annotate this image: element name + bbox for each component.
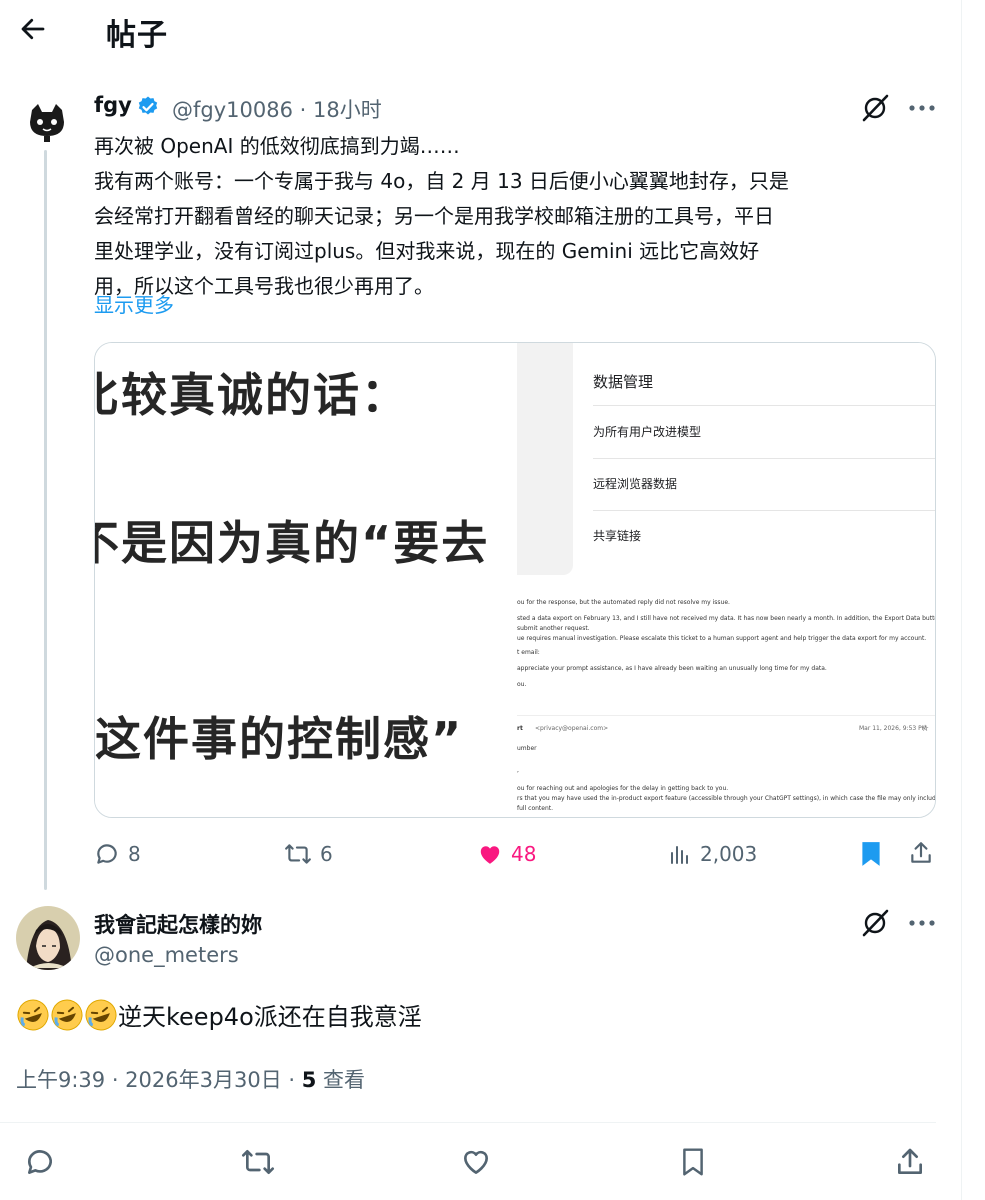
- heart-icon[interactable]: [459, 1146, 493, 1178]
- author-handle[interactable]: @one_meters: [94, 943, 239, 967]
- email-line: appreciate your prompt assistance, as I …: [517, 665, 827, 672]
- timestamp-text[interactable]: 上午9:39 · 2026年3月30日 ·: [16, 1068, 302, 1092]
- share-icon[interactable]: [894, 1146, 926, 1178]
- verified-badge-icon: [138, 96, 158, 115]
- meta-separator: ·: [292, 98, 313, 122]
- settings-item: 远程浏览器数据: [593, 477, 678, 491]
- repost-icon: [285, 844, 311, 864]
- back-arrow-icon[interactable]: [18, 14, 48, 44]
- divider: [517, 715, 935, 716]
- views-icon: [671, 846, 688, 864]
- page-title: 帖子: [106, 18, 168, 53]
- email-line: umber: [517, 745, 537, 752]
- email-line: t email:: [517, 649, 540, 656]
- email-sender: rt: [517, 725, 523, 732]
- email-line: ou for the response, but the automated r…: [517, 599, 730, 606]
- email-line: full content.: [517, 805, 554, 812]
- thread-line: [44, 150, 47, 890]
- divider: [593, 510, 935, 511]
- heart-icon: [480, 846, 500, 864]
- like-count: 48: [511, 842, 537, 866]
- divider: [593, 458, 935, 459]
- post-text-line: 会经常打开翻看曾经的聊天记录；另一个是用我学校邮箱注册的工具号，平日: [94, 204, 774, 228]
- views-label: 查看: [316, 1068, 366, 1092]
- more-icon[interactable]: [908, 103, 936, 113]
- email-line: ou.: [517, 681, 527, 688]
- reply-text: 逆天keep4o派还在自我意淫: [118, 1003, 422, 1031]
- email-line: rs that you may have used the in-product…: [517, 795, 936, 802]
- post-text-line: 用，所以这个工具号我也很少再用了。: [94, 274, 434, 298]
- post-text-line: 我有两个账号：一个专属于我与 4o，自 2 月 13 日后便小心翼翼地封存，只是: [94, 169, 789, 193]
- post-meta: @fgy10086 · 18小时: [172, 94, 382, 124]
- settings-heading: 数据管理: [593, 373, 654, 391]
- post-text-line: 里处理学业，没有订阅过plus。但对我来说，现在的 Gemini 远比它高效好: [94, 239, 760, 263]
- settings-item: 共享链接: [593, 529, 642, 543]
- image-text-line: 不是因为真的“要去: [95, 516, 490, 570]
- post-time[interactable]: 18小时: [313, 98, 382, 122]
- settings-item: 为所有用户改进模型: [593, 425, 702, 439]
- reply-text-row: 逆天keep4o派还在自我意淫: [16, 997, 422, 1032]
- settings-sidebar: [517, 343, 573, 575]
- star-icon[interactable]: ☆: [921, 725, 929, 734]
- image-text-line: 这件事的控制感”: [95, 712, 464, 766]
- post-text: 再次被 OpenAI 的低效彻底搞到力竭…… 我有两个账号：一个专属于我与 4o…: [94, 129, 934, 304]
- post-timestamp: 上午9:39 · 2026年3月30日 · 5 查看: [16, 1064, 365, 1094]
- rofl-emoji-icon: [85, 999, 117, 1030]
- like-button[interactable]: 48: [477, 840, 536, 868]
- grok-icon[interactable]: [860, 908, 890, 938]
- reply-icon: [97, 844, 117, 864]
- views-count: 5: [301, 1068, 317, 1092]
- repost-button[interactable]: 6: [284, 840, 333, 868]
- author-name[interactable]: fgy: [94, 93, 132, 117]
- divider: [0, 1122, 936, 1123]
- share-icon[interactable]: [908, 840, 934, 866]
- post-media[interactable]: 比较真诚的话： 不是因为真的“要去 这件事的控制感” 数据管理 为所有用户改进模…: [94, 342, 936, 818]
- image-text-line: 比较真诚的话：: [95, 368, 409, 422]
- avatar[interactable]: [16, 906, 80, 970]
- email-address: <privacy@openai.com>: [535, 725, 609, 732]
- repost-count: 6: [320, 842, 333, 866]
- grok-icon[interactable]: [860, 93, 890, 123]
- views-button[interactable]: 2,003: [668, 840, 757, 868]
- show-more-link[interactable]: 显示更多: [94, 289, 174, 318]
- views-count: 2,003: [700, 842, 758, 866]
- email-date: Mar 11, 2026, 9:53 PM: [859, 725, 927, 732]
- repost-icon[interactable]: [240, 1146, 276, 1178]
- media-image-left[interactable]: 比较真诚的话： 不是因为真的“要去 这件事的控制感”: [95, 343, 517, 817]
- media-image-right[interactable]: 数据管理 为所有用户改进模型 远程浏览器数据 共享链接 ou for the r…: [517, 343, 935, 817]
- email-line: sted a data export on February 13, and I…: [517, 615, 935, 622]
- divider: [593, 405, 935, 406]
- email-line: submit another request.: [517, 625, 590, 632]
- author-handle[interactable]: @fgy10086: [172, 98, 293, 122]
- more-icon[interactable]: [908, 918, 936, 928]
- email-line: ,: [517, 767, 519, 774]
- reply-icon[interactable]: [24, 1146, 56, 1178]
- author-name[interactable]: 我會記起怎樣的妳: [94, 909, 262, 939]
- avatar[interactable]: [24, 100, 70, 146]
- post-text-line: 再次被 OpenAI 的低效彻底搞到力竭……: [94, 134, 460, 158]
- reply-count: 8: [128, 842, 141, 866]
- reply-button[interactable]: 8: [94, 840, 141, 868]
- column-border: [961, 0, 962, 1200]
- bookmark-icon[interactable]: [858, 840, 884, 868]
- email-line: ue requires manual investigation. Please…: [517, 635, 927, 642]
- email-line: ou for reaching out and apologies for th…: [517, 785, 729, 792]
- bookmark-icon[interactable]: [678, 1146, 708, 1178]
